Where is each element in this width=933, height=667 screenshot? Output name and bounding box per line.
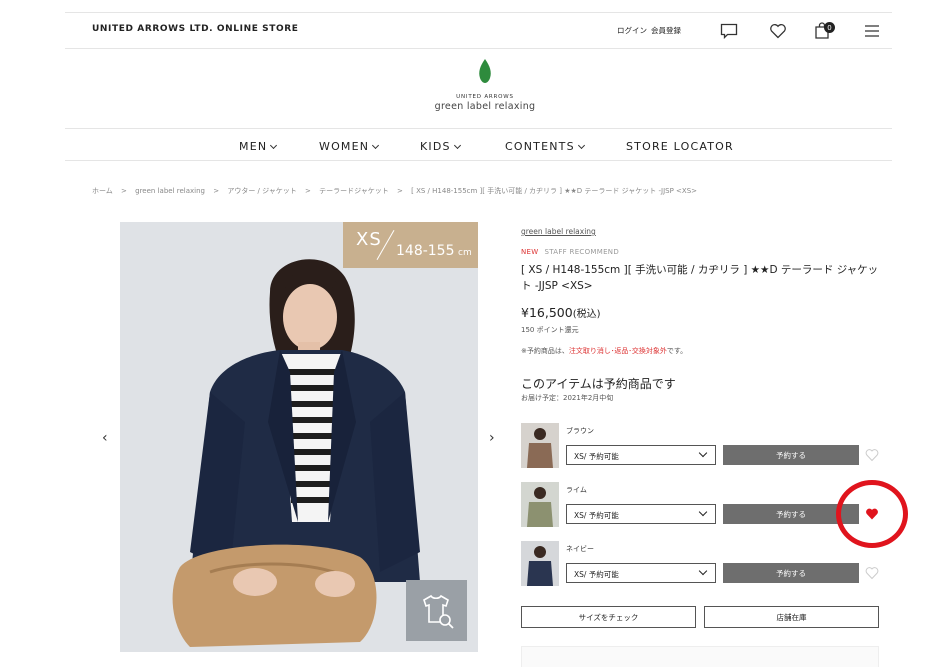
variant-color-name: ブラウン [566, 427, 594, 435]
variant-row-lime: ライム XS/ 予約可能 予約する [521, 482, 881, 530]
size-tag: XS 148-155 cm [343, 222, 478, 268]
variant-thumbnail[interactable] [521, 541, 559, 586]
chevron-down-icon [453, 141, 461, 149]
reserve-button[interactable]: 予約する [723, 445, 859, 465]
menu-icon[interactable] [861, 20, 883, 42]
staff-recommend-badge: STAFF RECOMMEND [544, 248, 620, 256]
breadcrumb-subcategory[interactable]: テーラードジャケット [319, 187, 389, 195]
product-title: [ XS / H148-155cm ][ 手洗い可能 / カヂリラ ] ★★D … [521, 264, 879, 292]
cart-icon[interactable]: 0 [811, 20, 835, 42]
chevron-down-icon [698, 448, 708, 458]
preorder-notice: ※予約商品は、注文取り消し･返品･交換対象外です。 [521, 347, 688, 355]
breadcrumb-category[interactable]: アウター / ジャケット [227, 187, 296, 195]
variant-color-name: ネイビー [566, 545, 594, 553]
main-nav: MEN WOMEN KIDS CONTENTS STORE LOCATOR [65, 128, 892, 161]
variant-thumbnail[interactable] [521, 423, 559, 468]
favorite-heart-icon[interactable] [865, 566, 879, 580]
nav-item-contents[interactable]: CONTENTS [505, 140, 585, 153]
variant-row-navy: ネイビー XS/ 予約可能 予約する [521, 541, 881, 589]
nav-item-men[interactable]: MEN [239, 140, 278, 153]
shirt-zoom-icon [422, 594, 454, 629]
store-title[interactable]: UNITED ARROWS LTD. ONLINE STORE [92, 24, 299, 34]
favorite-heart-icon[interactable] [865, 448, 879, 462]
nav-item-store-locator[interactable]: STORE LOCATOR [626, 140, 734, 153]
breadcrumb: ホーム > green label relaxing > アウター / ジャケッ… [92, 187, 698, 195]
brand-logo[interactable]: UNITED ARROWS green label relaxing [405, 58, 565, 112]
chevron-down-icon [270, 141, 278, 149]
nav-item-women[interactable]: WOMEN [319, 140, 380, 153]
zoom-button[interactable] [406, 580, 467, 641]
variant-thumbnail[interactable] [521, 482, 559, 527]
store-stock-button[interactable]: 店舗在庫 [704, 606, 879, 628]
chevron-down-icon [577, 141, 585, 149]
variant-row-brown: ブラウン XS/ 予約可能 予約する [521, 423, 881, 471]
register-link[interactable]: 会員登録 [651, 25, 681, 36]
login-link[interactable]: ログイン [617, 25, 647, 36]
cart-count-badge: 0 [824, 22, 835, 33]
product-labels: NEW STAFF RECOMMEND [521, 248, 619, 256]
size-check-button[interactable]: サイズをチェック [521, 606, 696, 628]
highlight-circle-annotation [836, 480, 908, 548]
preorder-title: このアイテムは予約商品です [521, 377, 676, 391]
gallery-prev-arrow[interactable]: ‹ [102, 430, 108, 446]
brand-name: green label relaxing [434, 101, 536, 112]
breadcrumb-home[interactable]: ホーム [92, 187, 113, 195]
size-select[interactable]: XS/ 予約可能 [566, 504, 716, 524]
breadcrumb-brand[interactable]: green label relaxing [135, 187, 205, 195]
variant-color-name: ライム [566, 486, 587, 494]
favorites-heart-icon[interactable] [767, 20, 789, 42]
reserve-button[interactable]: 予約する [723, 563, 859, 583]
leaf-logo-icon [479, 59, 491, 83]
delivery-date: お届け予定：2021年2月中旬 [521, 394, 614, 402]
chat-icon[interactable] [718, 20, 740, 42]
new-badge: NEW [521, 248, 539, 256]
points-text: 150 ポイント還元 [521, 326, 579, 334]
next-section-panel [521, 646, 879, 667]
nav-item-kids[interactable]: KIDS [420, 140, 461, 153]
top-bar: UNITED ARROWS LTD. ONLINE STORE ログイン 会員登… [65, 12, 892, 49]
size-select[interactable]: XS/ 予約可能 [566, 563, 716, 583]
brand-link[interactable]: green label relaxing [521, 227, 596, 236]
gallery-next-arrow[interactable]: › [489, 430, 495, 446]
size-select[interactable]: XS/ 予約可能 [566, 445, 716, 465]
product-price: ¥16,500(税込) [521, 305, 601, 320]
chevron-down-icon [372, 141, 380, 149]
chevron-down-icon [698, 507, 708, 517]
brand-small-text: UNITED ARROWS [456, 94, 514, 100]
breadcrumb-current: [ XS / H148-155cm ][ 手洗い可能 / カヂリラ ] ★★D … [411, 187, 698, 195]
chevron-down-icon [698, 566, 708, 576]
